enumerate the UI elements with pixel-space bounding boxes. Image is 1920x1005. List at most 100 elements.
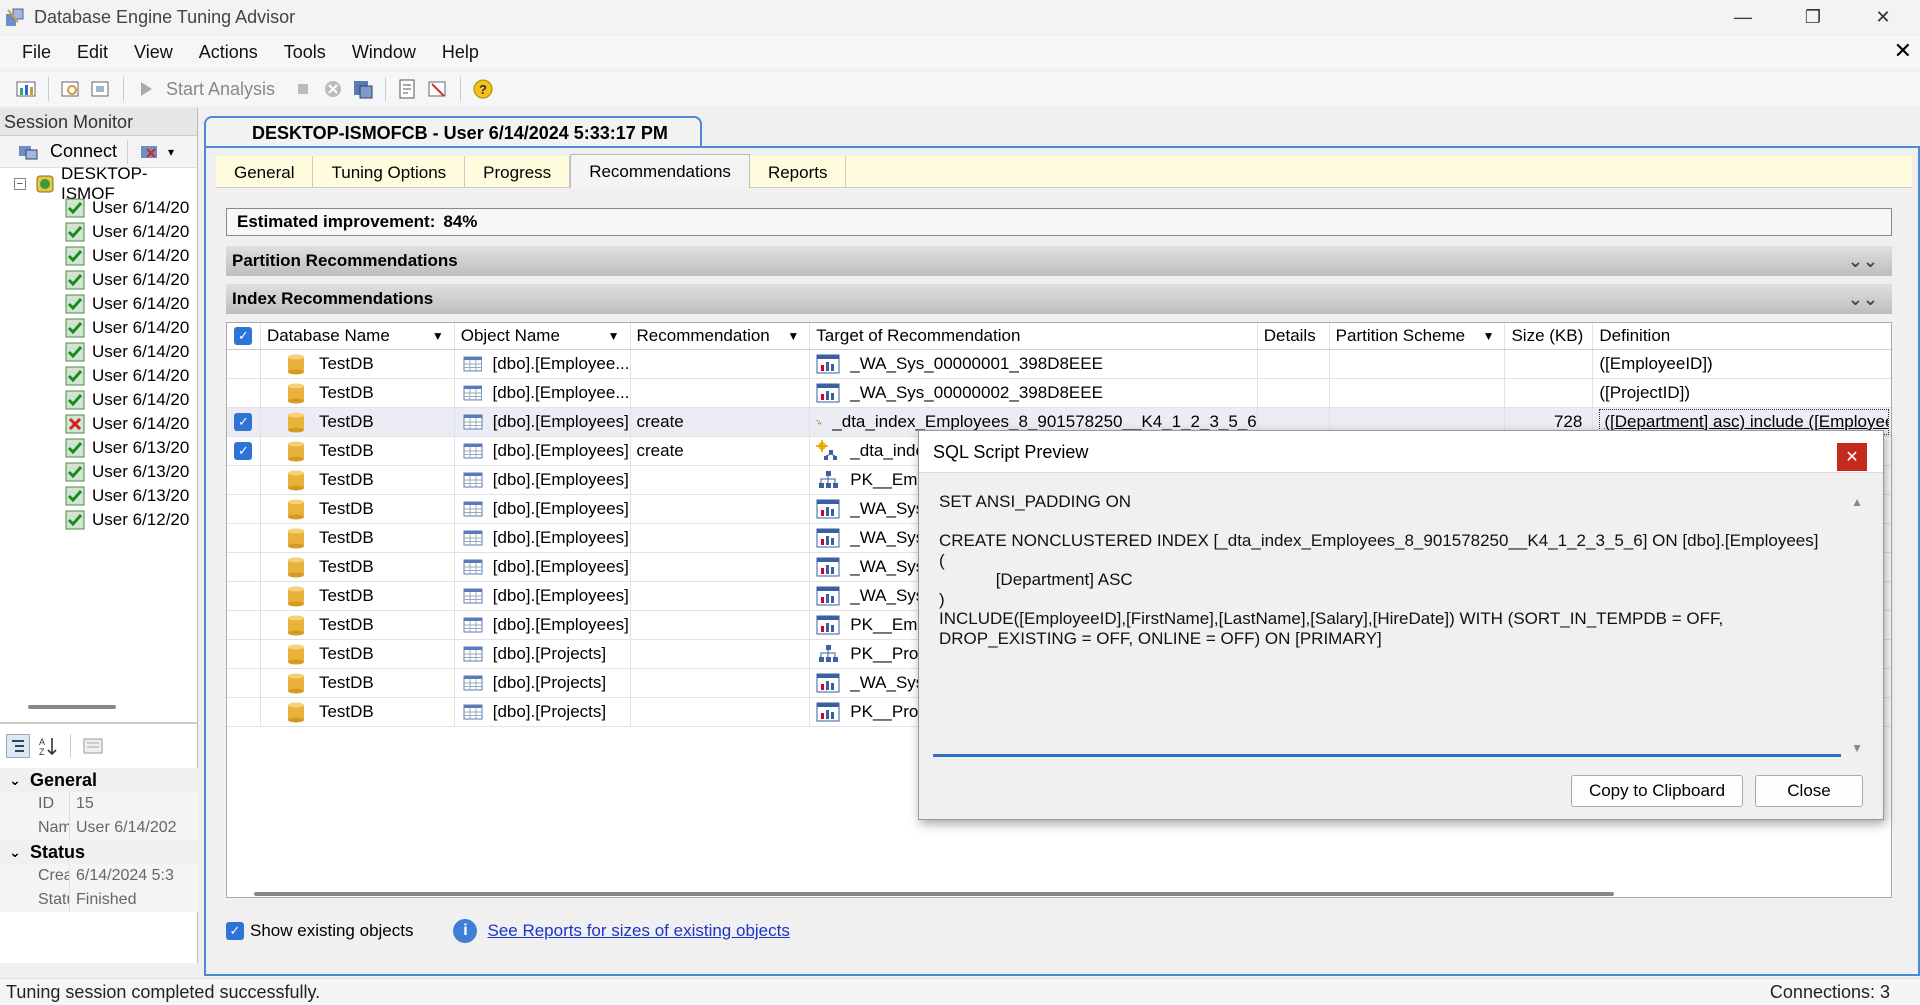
disconnect-icon[interactable] <box>138 140 162 164</box>
copy-to-clipboard-button[interactable]: Copy to Clipboard <box>1571 775 1743 807</box>
save-recommendations-icon[interactable] <box>351 77 375 101</box>
session-item[interactable]: User 6/12/20 <box>0 508 197 532</box>
options-icon[interactable] <box>426 77 450 101</box>
tree-scrollbar[interactable] <box>28 705 116 709</box>
dialog-close-button[interactable]: Close <box>1755 775 1863 807</box>
open-session-icon[interactable] <box>59 77 83 101</box>
new-session-icon[interactable] <box>14 77 38 101</box>
session-item[interactable]: User 6/13/20 <box>0 460 197 484</box>
column-database-name[interactable]: Database Name ▼ <box>261 323 455 349</box>
property-status[interactable]: StatusFinished <box>0 888 198 912</box>
session-item[interactable]: User 6/14/20 <box>0 388 197 412</box>
show-existing-label[interactable]: Show existing objects <box>250 921 413 941</box>
row-checkbox[interactable] <box>227 669 261 697</box>
toolbar-overflow-icon[interactable]: ▾ <box>168 145 174 159</box>
session-item[interactable]: User 6/14/20 <box>0 196 197 220</box>
tab-tuning-options[interactable]: Tuning Options <box>313 156 466 188</box>
menu-window[interactable]: Window <box>339 36 429 68</box>
help-icon[interactable]: ? <box>471 77 495 101</box>
menu-edit[interactable]: Edit <box>64 36 121 68</box>
cell-definition[interactable]: ([EmployeeID]) <box>1593 350 1891 378</box>
chevron-down-icon[interactable]: ⌄ <box>0 844 30 861</box>
index-recommendations-header[interactable]: Index Recommendations ⌄⌄ <box>226 284 1892 314</box>
column-target[interactable]: Target of Recommendation <box>810 323 1258 349</box>
column-partition-scheme[interactable]: Partition Scheme ▼ <box>1330 323 1506 349</box>
row-checkbox[interactable] <box>227 698 261 726</box>
filter-dropdown-icon[interactable]: ▼ <box>1483 329 1495 343</box>
chevron-down-icon[interactable]: ⌄ <box>0 772 30 789</box>
menu-actions[interactable]: Actions <box>186 36 271 68</box>
play-icon[interactable] <box>134 77 158 101</box>
session-item[interactable]: User 6/14/20 <box>0 412 197 436</box>
column-details[interactable]: Details <box>1258 323 1330 349</box>
grid-scrollbar[interactable] <box>254 892 1614 896</box>
row-checkbox[interactable] <box>227 524 261 552</box>
clone-session-icon[interactable] <box>89 77 113 101</box>
sql-script-text[interactable]: SET ANSI_PADDING ON CREATE NONCLUSTERED … <box>933 487 1841 757</box>
row-checkbox[interactable] <box>227 350 261 378</box>
session-item[interactable]: User 6/14/20 <box>0 268 197 292</box>
filter-dropdown-icon[interactable]: ▼ <box>608 329 620 343</box>
session-item[interactable]: User 6/14/20 <box>0 244 197 268</box>
tab-progress[interactable]: Progress <box>465 156 571 188</box>
session-item[interactable]: User 6/14/20 <box>0 220 197 244</box>
property-creation[interactable]: Creatic6/14/2024 5:3 <box>0 864 198 888</box>
stop-icon[interactable] <box>291 77 315 101</box>
alphabetical-icon[interactable]: AZ <box>36 734 60 758</box>
filter-dropdown-icon[interactable]: ▼ <box>787 329 799 343</box>
collapse-icon[interactable]: ⌄⌄ <box>1848 246 1878 276</box>
tab-recommendations[interactable]: Recommendations <box>570 154 750 188</box>
menu-view[interactable]: View <box>121 36 186 68</box>
session-tab[interactable]: DESKTOP-ISMOFCB - User 6/14/2024 5:33:17… <box>204 116 702 148</box>
row-checkbox[interactable] <box>227 466 261 494</box>
close-window-button[interactable]: ✕ <box>1848 0 1918 34</box>
menu-tools[interactable]: Tools <box>271 36 339 68</box>
cell-definition[interactable]: ([ProjectID]) <box>1593 379 1891 407</box>
partition-recommendations-header[interactable]: Partition Recommendations ⌄⌄ <box>226 246 1892 276</box>
session-item[interactable]: User 6/14/20 <box>0 292 197 316</box>
table-row[interactable]: TestDB [dbo].[Employee... _WA_Sys_00000001… <box>227 350 1891 379</box>
table-row[interactable]: TestDB [dbo].[Employee... _WA_Sys_00000002… <box>227 379 1891 408</box>
column-object-name[interactable]: Object Name ▼ <box>455 323 631 349</box>
connect-icon[interactable] <box>16 140 40 164</box>
status-category[interactable]: ⌄ Status <box>0 840 198 864</box>
column-size[interactable]: Size (KB) <box>1505 323 1594 349</box>
session-item[interactable]: User 6/14/20 <box>0 316 197 340</box>
evaluate-icon[interactable] <box>396 77 420 101</box>
tab-general[interactable]: General <box>216 156 314 188</box>
server-node[interactable]: − DESKTOP-ISMOF <box>0 164 197 203</box>
reports-link[interactable]: See Reports for sizes of existing object… <box>487 921 789 941</box>
column-recommendation[interactable]: Recommendation ▼ <box>631 323 811 349</box>
row-checkbox[interactable] <box>227 495 261 523</box>
menu-help[interactable]: Help <box>429 36 492 68</box>
collapse-icon[interactable]: ⌄⌄ <box>1848 284 1878 314</box>
collapse-icon[interactable]: − <box>14 178 26 190</box>
row-checkbox[interactable]: ✓ <box>227 437 261 465</box>
scroll-down-icon[interactable]: ▼ <box>1851 741 1863 755</box>
pane-splitter[interactable] <box>0 722 198 724</box>
start-analysis-button[interactable]: Start Analysis <box>166 79 275 100</box>
row-checkbox[interactable] <box>227 640 261 668</box>
property-id[interactable]: ID 15 <box>0 792 198 816</box>
session-item[interactable]: User 6/13/20 <box>0 484 197 508</box>
categorized-icon[interactable] <box>6 734 30 758</box>
session-item[interactable]: User 6/14/20 <box>0 340 197 364</box>
restore-button[interactable]: ❐ <box>1778 0 1848 34</box>
connect-button[interactable]: Connect <box>50 141 117 162</box>
column-definition[interactable]: Definition <box>1593 323 1891 349</box>
property-pages-icon[interactable] <box>81 734 105 758</box>
filter-dropdown-icon[interactable]: ▼ <box>432 329 444 343</box>
property-name[interactable]: NameUser 6/14/202 <box>0 816 198 840</box>
session-item[interactable]: User 6/14/20 <box>0 364 197 388</box>
cancel-analysis-icon[interactable] <box>321 77 345 101</box>
tab-reports[interactable]: Reports <box>750 156 847 188</box>
minimize-button[interactable]: — <box>1708 0 1778 34</box>
close-document-icon[interactable]: ✕ <box>1894 38 1912 64</box>
row-checkbox[interactable] <box>227 611 261 639</box>
row-checkbox[interactable] <box>227 379 261 407</box>
scroll-up-icon[interactable]: ▲ <box>1851 495 1863 509</box>
session-item[interactable]: User 6/13/20 <box>0 436 197 460</box>
row-checkbox[interactable] <box>227 582 261 610</box>
show-existing-checkbox[interactable]: ✓ <box>226 922 244 940</box>
row-checkbox[interactable] <box>227 553 261 581</box>
